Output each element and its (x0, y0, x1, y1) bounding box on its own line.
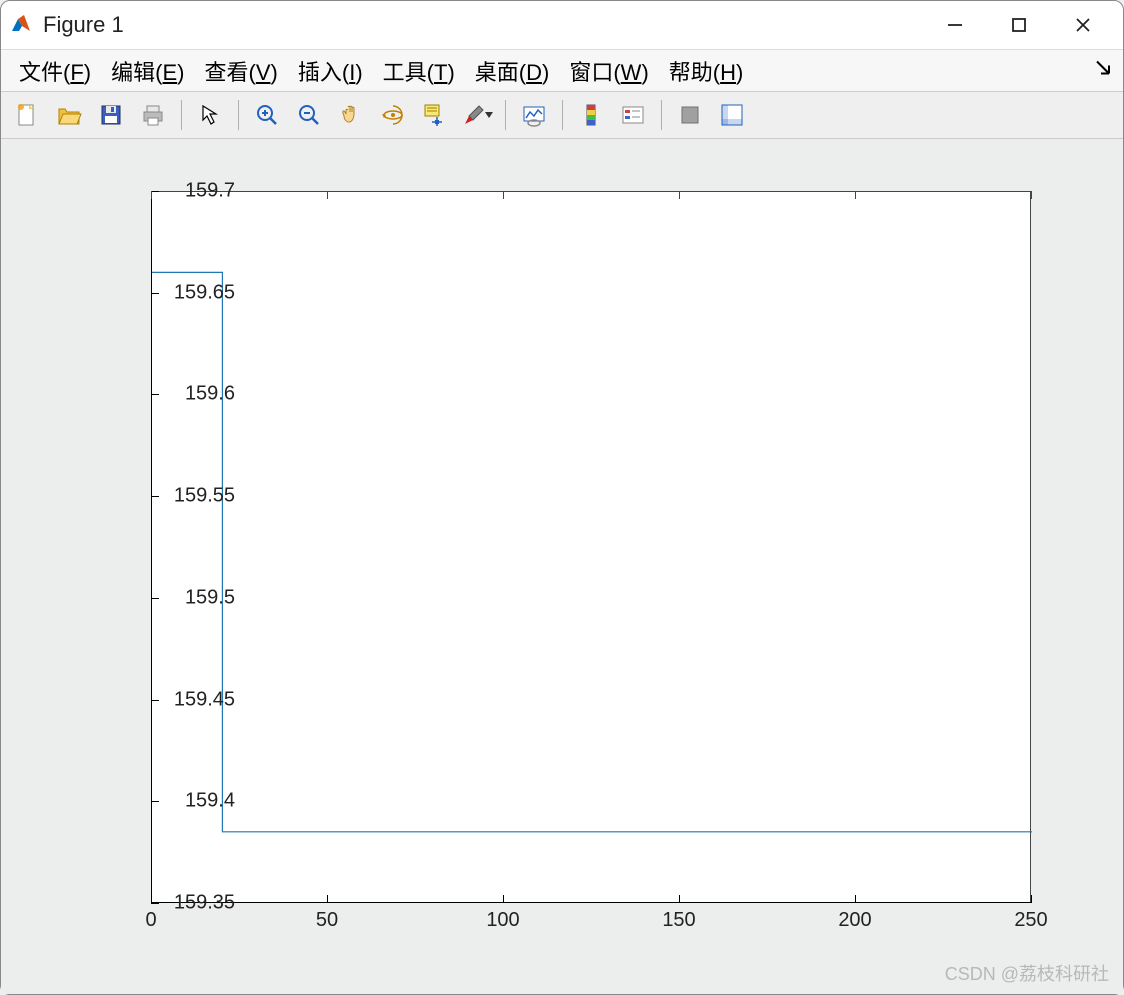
edit-plot-button[interactable] (190, 96, 230, 134)
x-tick-label: 250 (1014, 909, 1047, 932)
menu-insert[interactable]: 插入(I) (288, 51, 373, 91)
line-series (152, 191, 1032, 903)
x-tick-label: 0 (145, 909, 156, 932)
close-button[interactable] (1051, 1, 1115, 49)
matlab-app-icon (9, 13, 33, 37)
pan-button[interactable] (331, 96, 371, 134)
x-tick-label: 200 (838, 909, 871, 932)
link-plot-button[interactable] (514, 96, 554, 134)
brush-button[interactable] (457, 96, 497, 134)
menu-tools[interactable]: 工具(T) (373, 51, 465, 91)
dock-arrow-icon[interactable] (1095, 59, 1113, 82)
menu-window[interactable]: 窗口(W) (559, 51, 658, 91)
print-button[interactable] (133, 96, 173, 134)
menu-view[interactable]: 查看(V) (194, 51, 287, 91)
menu-help[interactable]: 帮助(H) (659, 51, 754, 91)
plot-area[interactable]: CSDN @荔枝科研社 159.35 159.4 159.45 159.5 159.55… (1, 139, 1123, 994)
x-tick-label: 150 (662, 909, 695, 932)
show-plot-tools-button[interactable] (712, 96, 752, 134)
y-tick-label: 159.6 (155, 383, 235, 406)
y-tick-label: 159.65 (155, 281, 235, 304)
hide-plot-tools-button[interactable] (670, 96, 710, 134)
zoom-in-button[interactable] (247, 96, 287, 134)
insert-colorbar-button[interactable] (571, 96, 611, 134)
zoom-out-button[interactable] (289, 96, 329, 134)
open-button[interactable] (49, 96, 89, 134)
menu-bar: 文件(F) 编辑(E) 查看(V) 插入(I) 工具(T) 桌面(D) 窗口(W… (1, 49, 1123, 91)
watermark-text: CSDN @荔枝科研社 (945, 960, 1109, 986)
title-bar: Figure 1 (1, 1, 1123, 49)
save-button[interactable] (91, 96, 131, 134)
figure-toolbar (1, 91, 1123, 139)
new-figure-button[interactable] (7, 96, 47, 134)
maximize-button[interactable] (987, 1, 1051, 49)
x-tick-label: 100 (486, 909, 519, 932)
minimize-button[interactable] (923, 1, 987, 49)
y-tick-label: 159.5 (155, 586, 235, 609)
window-title: Figure 1 (43, 12, 124, 38)
data-cursor-button[interactable] (415, 96, 455, 134)
axes[interactable] (151, 191, 1031, 903)
y-tick-label: 159.4 (155, 790, 235, 813)
x-tick-label: 50 (316, 909, 338, 932)
menu-edit[interactable]: 编辑(E) (101, 51, 194, 91)
rotate-3d-button[interactable] (373, 96, 413, 134)
y-tick-label: 159.7 (155, 180, 235, 203)
menu-desktop[interactable]: 桌面(D) (465, 51, 560, 91)
y-tick-label: 159.55 (155, 485, 235, 508)
y-tick-label: 159.45 (155, 688, 235, 711)
figure-window: Figure 1 文件(F) 编辑(E) 查看(V) 插入(I) 工具(T) 桌… (0, 0, 1124, 995)
menu-file[interactable]: 文件(F) (9, 51, 101, 91)
insert-legend-button[interactable] (613, 96, 653, 134)
y-tick-label: 159.35 (155, 892, 235, 915)
